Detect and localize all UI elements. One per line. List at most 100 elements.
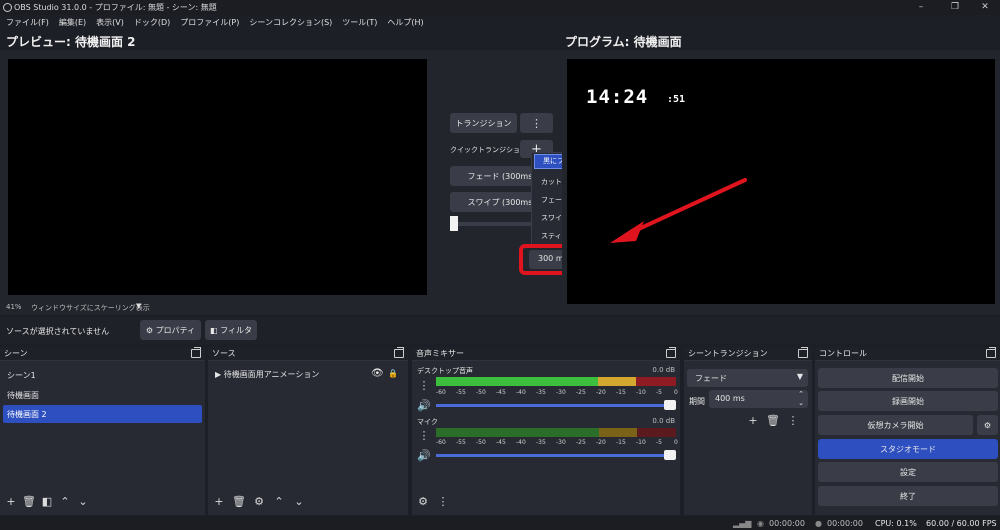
dropdown-item-cut[interactable]: カット xyxy=(541,177,562,187)
quick-transition-label: クイックトランジション xyxy=(450,146,527,154)
volume-handle[interactable] xyxy=(664,450,676,460)
menu-file[interactable]: ファイル(F) xyxy=(6,17,49,28)
volume-slider[interactable] xyxy=(436,454,676,457)
gear-icon: ⚙ xyxy=(145,325,154,335)
filters-button[interactable]: ◧ フィルタ xyxy=(205,320,257,340)
channel-name: デスクトップ音声 xyxy=(417,367,473,375)
meter-green xyxy=(436,377,575,386)
menu-dock[interactable]: ドック(D) xyxy=(134,17,170,28)
preview-zoom: 41% xyxy=(6,303,22,311)
undock-icon[interactable] xyxy=(798,347,808,358)
sources-dock: ソース ▶ 待機画面用アニメーション 👁 🔒 + 🗑 ⚙ ⌃ ⌄ xyxy=(208,347,408,515)
properties-button[interactable]: ⚙ プロパティ xyxy=(140,320,201,340)
meter-red xyxy=(636,377,676,386)
channel-name: マイク xyxy=(417,418,438,426)
undock-icon[interactable] xyxy=(394,347,404,358)
channel-menu-icon[interactable]: ⋮ xyxy=(417,428,431,442)
trash-icon[interactable]: 🗑 xyxy=(232,494,246,508)
meter-red xyxy=(637,428,676,437)
chevron-up-icon[interactable]: ⌃ xyxy=(58,494,72,508)
transition-select-value: フェード xyxy=(695,374,727,383)
channel-db: 0.0 dB xyxy=(652,366,675,374)
sources-title: ソース xyxy=(212,349,236,358)
start-recording-button[interactable]: 録画開始 xyxy=(818,391,998,411)
chevron-down-icon[interactable]: ⌄ xyxy=(76,494,90,508)
maximize-icon[interactable]: ❐ xyxy=(940,0,970,15)
close-icon[interactable]: ✕ xyxy=(970,0,1000,15)
stream-time: 00:00:00 xyxy=(769,519,805,528)
transition-button[interactable]: トランジション xyxy=(450,113,517,133)
status-bar: ▂▄▆ ◉ 00:00:00 ● 00:00:00 CPU: 0.1% 60.0… xyxy=(0,517,1000,530)
start-streaming-button[interactable]: 配信開始 xyxy=(818,368,998,388)
transition-select[interactable]: フェード ▼ xyxy=(687,369,808,387)
menu-edit[interactable]: 編集(E) xyxy=(59,17,86,28)
mixer-settings-icon[interactable]: ⚙ xyxy=(416,494,430,508)
red-arrow-annotation xyxy=(610,178,747,243)
meter-scale: -60 -55 -50 -45 -40 -35 -30 -25 -20 -15 -10 -5 0 xyxy=(436,439,678,446)
add-icon[interactable]: + xyxy=(746,413,760,427)
trash-icon[interactable]: 🗑 xyxy=(766,413,780,427)
trash-icon[interactable]: 🗑 xyxy=(22,494,36,508)
clock-time: 14:24 xyxy=(586,86,649,108)
record-time: 00:00:00 xyxy=(827,519,863,528)
lock-icon[interactable]: 🔒 xyxy=(388,369,398,378)
volume-slider[interactable] xyxy=(436,404,676,407)
transition-menu-icon[interactable]: ⋮ xyxy=(520,113,553,133)
filter-icon: ◧ xyxy=(210,325,218,335)
gear-icon[interactable]: ⚙ xyxy=(252,494,266,508)
meter-green xyxy=(436,428,599,437)
speaker-icon[interactable]: 🔊 xyxy=(417,448,431,462)
menu-scene-collection[interactable]: シーンコレクション(S) xyxy=(249,17,332,28)
meter-green-2 xyxy=(575,377,598,386)
start-virtual-camera-button[interactable]: 仮想カメラ開始 xyxy=(818,415,973,435)
menu-view[interactable]: 表示(V) xyxy=(96,17,124,28)
add-icon[interactable]: + xyxy=(4,494,18,508)
duration-label: 期間 xyxy=(689,397,705,406)
scene-item-selected[interactable]: 待機画面 2 xyxy=(3,405,202,423)
title-bar: OBS Studio 31.0.0 - プロファイル: 無題 - シーン: 無題… xyxy=(0,0,1000,15)
studio-mode-button[interactable]: スタジオモード xyxy=(818,439,998,459)
chevron-down-icon[interactable]: ⌄ xyxy=(292,494,306,508)
properties-label: プロパティ xyxy=(155,325,196,335)
settings-button[interactable]: 設定 xyxy=(818,462,998,482)
source-item[interactable]: ▶ 待機画面用アニメーション xyxy=(215,369,319,380)
menu-icon[interactable]: ⋮ xyxy=(786,413,800,427)
add-icon[interactable]: + xyxy=(212,494,226,508)
meter-yellow xyxy=(599,428,637,437)
scene-item[interactable]: シーン1 xyxy=(7,370,36,381)
obs-logo-icon xyxy=(3,3,12,12)
menu-bar: ファイル(F) 編集(E) 表示(V) ドック(D) プロファイル(P) シーン… xyxy=(0,15,1000,30)
signal-icon: ▂▄▆ xyxy=(733,519,752,528)
menu-profile[interactable]: プロファイル(P) xyxy=(180,17,239,28)
program-title: プログラム: 待機画面 xyxy=(565,35,682,49)
scale-dropdown-icon[interactable]: ▼ xyxy=(136,302,141,310)
gear-icon[interactable]: ⚙ xyxy=(977,415,998,435)
volume-handle[interactable] xyxy=(664,400,676,410)
undock-icon[interactable] xyxy=(666,347,676,358)
fps-display: 60.00 / 60.00 FPS xyxy=(926,519,997,528)
speaker-icon[interactable]: 🔊 xyxy=(417,398,431,412)
undock-icon[interactable] xyxy=(191,347,201,358)
filter-icon[interactable]: ◧ xyxy=(40,494,54,508)
tbar-slider[interactable] xyxy=(450,216,458,231)
exit-button[interactable]: 終了 xyxy=(818,486,998,506)
scene-duration-spinbox[interactable]: 400 ms ⌃ ⌄ xyxy=(709,390,808,408)
filters-label: フィルタ xyxy=(220,325,252,335)
meter-yellow xyxy=(598,377,636,386)
no-source-text: ソースが選択されていません xyxy=(6,327,110,336)
minimize-icon[interactable]: – xyxy=(906,0,936,15)
undock-icon[interactable] xyxy=(986,347,996,358)
eye-icon[interactable]: 👁 xyxy=(371,368,384,379)
menu-help[interactable]: ヘルプ(H) xyxy=(387,17,423,28)
controls-title: コントロール xyxy=(819,349,867,358)
menu-tools[interactable]: ツール(T) xyxy=(342,17,377,28)
source-toolbar: ソースが選択されていません ⚙ プロパティ ◧ フィルタ xyxy=(0,317,1000,344)
spin-arrows-icon[interactable]: ⌃⌄ xyxy=(798,390,804,408)
scene-item[interactable]: 待機画面 xyxy=(7,390,39,401)
mixer-menu-icon[interactable]: ⋮ xyxy=(436,494,450,508)
channel-menu-icon[interactable]: ⋮ xyxy=(417,378,431,392)
chevron-up-icon[interactable]: ⌃ xyxy=(272,494,286,508)
preview-canvas[interactable] xyxy=(8,59,427,295)
record-icon: ● xyxy=(815,519,822,528)
source-item-label: 待機画面用アニメーション xyxy=(223,370,320,379)
